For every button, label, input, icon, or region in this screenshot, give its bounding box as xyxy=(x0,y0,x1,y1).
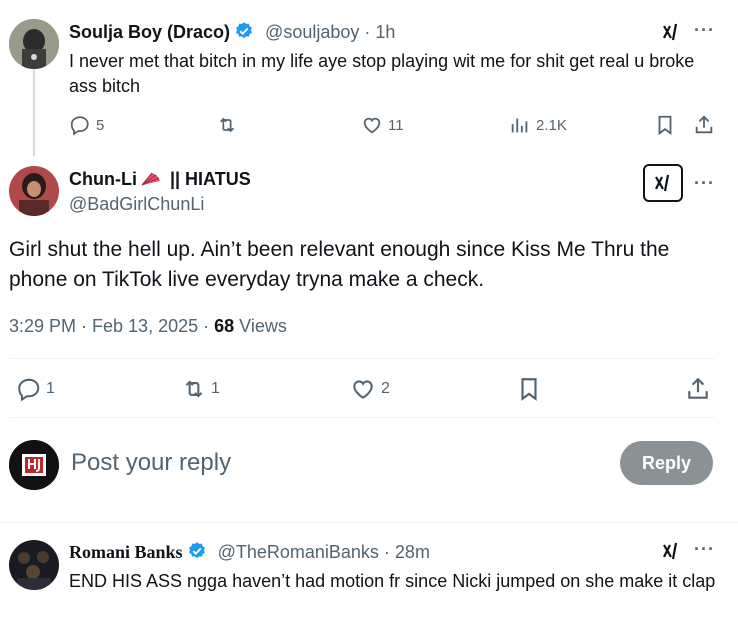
more-options-icon[interactable]: ··· xyxy=(694,20,715,41)
heart-icon xyxy=(353,380,373,399)
current-user-avatar[interactable] xyxy=(9,440,59,490)
tweet3-handle[interactable]: @TheRomaniBanks xyxy=(218,542,379,562)
share-icon xyxy=(695,115,713,134)
bookmark-icon xyxy=(658,115,672,136)
avatar-image xyxy=(9,19,59,69)
reply-icon xyxy=(70,116,89,136)
thread-line xyxy=(33,64,35,156)
divider xyxy=(9,358,715,359)
tweet1-reply-button[interactable]: 5 xyxy=(69,114,104,136)
main-reply-count: 1 xyxy=(46,380,55,397)
main-tweet-handle[interactable]: @BadGirlChunLi xyxy=(69,194,204,215)
tweet1-display-name[interactable]: Soulja Boy (Draco) xyxy=(69,22,230,42)
tweet1-retweet-button[interactable] xyxy=(215,114,239,136)
views-chart-icon xyxy=(511,118,528,133)
tweet1-handle[interactable]: @souljaboy xyxy=(265,22,359,42)
main-tweet-views-label: Views xyxy=(234,316,287,336)
more-options-icon[interactable]: ··· xyxy=(694,173,715,194)
tweet3-time[interactable]: · 28m xyxy=(384,542,430,562)
main-like-button[interactable]: 2 xyxy=(349,376,390,402)
retweet-icon xyxy=(185,380,203,398)
tweet1-text: I never met that bitch in my life aye st… xyxy=(69,51,695,96)
avatar-image xyxy=(9,166,59,216)
reply-submit-button[interactable]: Reply xyxy=(620,441,713,485)
more-options-icon[interactable]: ··· xyxy=(694,539,715,560)
avatar-romanibanks[interactable] xyxy=(9,540,59,590)
reply-icon xyxy=(18,378,40,402)
main-bookmark-button[interactable] xyxy=(518,376,540,402)
retweet-icon xyxy=(219,117,235,133)
main-tweet-display-name[interactable]: Chun-Li xyxy=(69,169,137,189)
verified-badge-icon xyxy=(187,541,207,566)
tweet1-like-button[interactable]: 11 xyxy=(360,114,404,136)
tweet1-time[interactable]: · 1h xyxy=(364,22,395,42)
grok-icon[interactable] xyxy=(643,164,683,202)
main-tweet-text: Girl shut the hell up. Ain’t been releva… xyxy=(9,238,670,291)
tweet1-reply-count: 5 xyxy=(96,116,105,134)
avatar-souljaboy[interactable] xyxy=(9,19,59,69)
reply-button-label: Reply xyxy=(641,452,692,473)
main-tweet-views-count: 68 xyxy=(214,316,235,336)
bookmark-icon xyxy=(521,378,537,401)
heart-icon xyxy=(363,117,381,134)
tweet1-share-button[interactable] xyxy=(693,114,715,136)
main-retweet-button[interactable]: 1 xyxy=(180,376,220,402)
avatar-image xyxy=(9,440,59,490)
grok-icon[interactable] xyxy=(660,21,682,48)
hand-fan-emoji-icon xyxy=(140,171,162,192)
verified-badge-icon xyxy=(234,21,254,46)
share-icon xyxy=(688,377,708,399)
main-tweet-timestamp[interactable]: 3:29 PM · Feb 13, 2025 · xyxy=(9,316,214,336)
tweet1-like-count: 11 xyxy=(388,116,404,134)
tweet1-header: Soulja Boy (Draco) @souljaboy · 1h xyxy=(69,21,395,46)
main-tweet-name-row: Chun-Li || HIATUS xyxy=(69,169,251,192)
divider xyxy=(0,522,738,523)
tweet3-text: END HIS ASS ngga haven’t had motion fr s… xyxy=(69,571,716,591)
main-share-button[interactable] xyxy=(685,376,711,402)
divider xyxy=(9,417,715,418)
main-retweet-count: 1 xyxy=(211,380,220,397)
main-tweet-meta: 3:29 PM · Feb 13, 2025 · 68 Views xyxy=(9,316,287,337)
avatar-image xyxy=(9,540,59,590)
main-like-count: 2 xyxy=(381,380,390,397)
reply-input[interactable]: Post your reply xyxy=(71,449,231,477)
main-reply-button[interactable]: 1 xyxy=(16,376,55,402)
tweet1-views-button[interactable]: 2.1K xyxy=(509,114,567,136)
avatar-chunli[interactable] xyxy=(9,166,59,216)
main-tweet-name-suffix[interactable]: || HIATUS xyxy=(165,169,251,189)
tweet1-views-count: 2.1K xyxy=(536,116,567,134)
grok-icon[interactable] xyxy=(660,540,682,567)
tweet1-bookmark-button[interactable] xyxy=(655,114,675,136)
tweet3-display-name[interactable]: Romani Banks xyxy=(69,542,183,562)
tweet3-header: Romani Banks @TheRomaniBanks · 28m xyxy=(69,541,430,566)
